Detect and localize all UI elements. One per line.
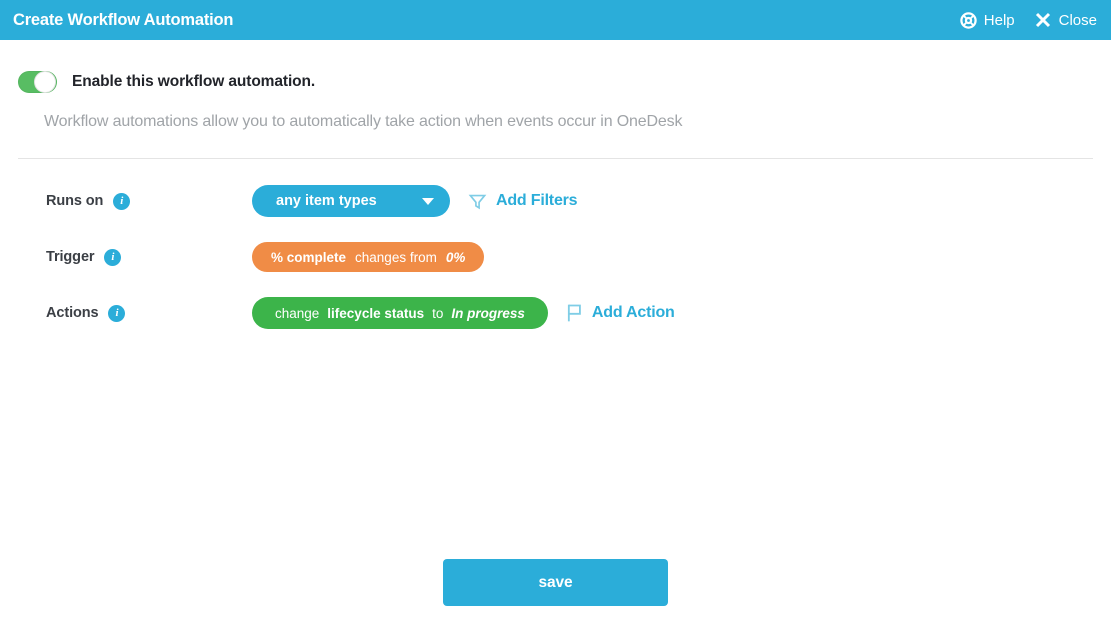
trigger-chip[interactable]: % complete changes from 0% bbox=[252, 242, 485, 272]
action-value: In progress bbox=[451, 305, 525, 321]
header-actions: Help Close bbox=[960, 11, 1097, 29]
add-filters-label: Add Filters bbox=[496, 192, 578, 209]
enable-automation-toggle[interactable] bbox=[18, 71, 57, 93]
trigger-row: Trigger i % complete changes from 0% bbox=[0, 237, 1111, 277]
lifebuoy-icon bbox=[960, 11, 977, 29]
funnel-icon bbox=[468, 192, 487, 211]
help-label: Help bbox=[983, 11, 1015, 29]
actions-label-group: Actions i bbox=[0, 304, 252, 322]
enable-automation-label: Enable this workflow automation. bbox=[72, 73, 316, 90]
action-verb: change bbox=[275, 305, 320, 321]
section-divider bbox=[18, 158, 1093, 159]
action-joiner: to bbox=[432, 305, 444, 321]
trigger-value: 0% bbox=[445, 249, 466, 265]
runs-on-label-group: Runs on i bbox=[0, 192, 252, 210]
info-icon[interactable]: i bbox=[113, 192, 131, 210]
toggle-knob bbox=[35, 72, 55, 92]
item-types-value: any item types bbox=[276, 193, 377, 209]
enable-automation-row: Enable this workflow automation. bbox=[18, 71, 1111, 93]
footer: save bbox=[0, 559, 1111, 606]
actions-label: Actions bbox=[46, 305, 99, 321]
actions-content: change lifecycle status to In progress A… bbox=[252, 297, 675, 329]
info-icon[interactable]: i bbox=[108, 304, 126, 322]
item-types-dropdown[interactable]: any item types bbox=[252, 185, 450, 217]
add-action-label: Add Action bbox=[591, 304, 675, 321]
add-filters-button[interactable]: Add Filters bbox=[468, 192, 578, 211]
add-action-button[interactable]: Add Action bbox=[566, 303, 675, 323]
action-chip[interactable]: change lifecycle status to In progress bbox=[252, 297, 548, 329]
close-button[interactable]: Close bbox=[1034, 11, 1097, 29]
dialog-header: Create Workflow Automation Help Close bbox=[0, 0, 1111, 40]
trigger-content: % complete changes from 0% bbox=[252, 242, 485, 272]
runs-on-content: any item types Add Filters bbox=[252, 185, 578, 217]
trigger-label: Trigger bbox=[46, 249, 95, 265]
help-button[interactable]: Help bbox=[960, 12, 1015, 29]
automation-description: Workflow automations allow you to automa… bbox=[44, 113, 683, 130]
close-x-icon bbox=[1034, 11, 1052, 29]
dialog-body: Enable this workflow automation. Workflo… bbox=[0, 71, 1111, 333]
close-label: Close bbox=[1058, 11, 1097, 29]
actions-row: Actions i change lifecycle status to In … bbox=[0, 293, 1111, 333]
trigger-operator: changes from bbox=[355, 249, 437, 265]
save-button[interactable]: save bbox=[443, 559, 668, 606]
chevron-down-icon bbox=[422, 197, 434, 205]
info-icon[interactable]: i bbox=[104, 248, 122, 266]
trigger-field: % complete bbox=[271, 249, 347, 265]
flag-icon bbox=[566, 303, 583, 323]
page-title: Create Workflow Automation bbox=[13, 10, 234, 29]
runs-on-row: Runs on i any item types Add Filters bbox=[0, 181, 1111, 221]
trigger-label-group: Trigger i bbox=[0, 248, 252, 266]
runs-on-label: Runs on bbox=[46, 193, 104, 209]
action-field: lifecycle status bbox=[327, 305, 425, 321]
automation-form: Runs on i any item types Add Filters Tri… bbox=[0, 181, 1111, 333]
